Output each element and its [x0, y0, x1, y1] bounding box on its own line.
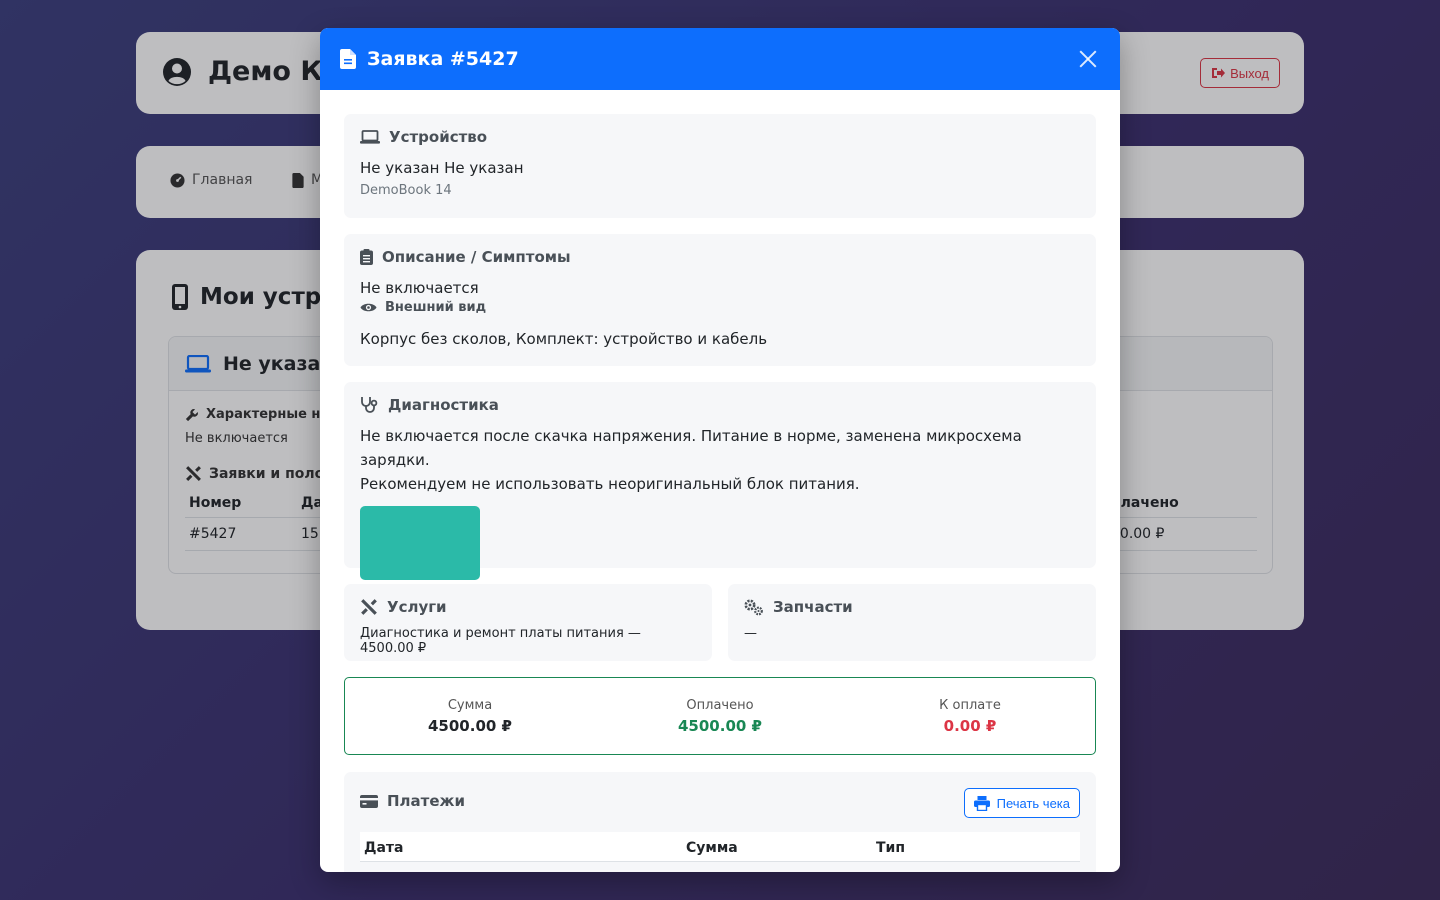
description-panel: Описание / Симптомы Не включается Внешни… [344, 234, 1096, 366]
gears-icon [744, 598, 764, 616]
laptop-icon [360, 130, 380, 144]
eye-icon [360, 302, 377, 313]
services-parts-row: Услуги Диагностика и ремонт платы питани… [344, 584, 1096, 661]
close-button[interactable] [1076, 47, 1100, 71]
modal-body: Устройство Не указан Не указан DemoBook … [320, 90, 1120, 872]
col-date: Дата [360, 832, 682, 862]
appearance-label: Внешний вид [385, 300, 487, 315]
appearance-text: Корпус без сколов, Комплект: устройство … [360, 330, 768, 348]
print-receipt-label: Печать чека [996, 795, 1070, 811]
diagnostics-label: Диагностика [388, 396, 499, 414]
tools-icon [360, 598, 378, 616]
payments-panel: Платежи Печать чека Дата Сумма Тип [344, 772, 1096, 872]
diagnostics-line-2: Рекомендуем не использовать неоригинальн… [360, 475, 860, 493]
parts-text: — [744, 626, 757, 641]
col-amount: Сумма [682, 832, 872, 862]
parts-panel: Запчасти — [728, 584, 1096, 661]
services-panel: Услуги Диагностика и ремонт платы питани… [344, 584, 712, 661]
device-name: Не указан Не указан [360, 159, 524, 177]
description-label: Описание / Симптомы [382, 248, 571, 266]
printer-icon [973, 795, 990, 811]
appearance-title: Внешний вид [360, 300, 1080, 315]
device-panel: Устройство Не указан Не указан DemoBook … [344, 114, 1096, 218]
services-panel-title: Услуги [360, 598, 696, 616]
summary-due-value: 0.00 ₽ [943, 716, 997, 735]
summary-due: К оплате 0.00 ₽ [845, 698, 1095, 735]
description-panel-title: Описание / Симптомы [360, 248, 1080, 266]
services-text: Диагностика и ремонт платы питания — 450… [360, 626, 641, 656]
credit-card-icon [360, 794, 378, 808]
device-label: Устройство [389, 128, 488, 146]
parts-panel-title: Запчасти [744, 598, 1080, 616]
modal-title: Заявка #5427 [340, 48, 519, 70]
parts-label: Запчасти [773, 598, 853, 616]
summary-total-value: 4500.00 ₽ [428, 716, 512, 735]
print-receipt-button[interactable]: Печать чека [963, 788, 1080, 818]
device-model: DemoBook 14 [360, 183, 452, 198]
payments-label: Платежи [387, 792, 465, 810]
file-icon [340, 49, 356, 69]
summary-paid: Оплачено 4500.00 ₽ [595, 698, 845, 735]
diagnostics-photo-thumbnail[interactable] [360, 506, 480, 580]
col-type: Тип [872, 832, 1080, 862]
diagnostics-line-1: Не включается после скачка напряжения. П… [360, 427, 1022, 469]
summary-due-label: К оплате [939, 697, 1001, 713]
summary-total: Сумма 4500.00 ₽ [345, 698, 595, 735]
clipboard-icon [360, 249, 373, 265]
summary-total-label: Сумма [447, 697, 493, 713]
diagnostics-panel-title: Диагностика [360, 396, 1080, 414]
summary-paid-value: 4500.00 ₽ [678, 716, 762, 735]
summary-paid-label: Оплачено [686, 697, 754, 713]
payments-table: Дата Сумма Тип [360, 832, 1080, 862]
payment-summary: Сумма 4500.00 ₽ Оплачено 4500.00 ₽ К опл… [344, 677, 1096, 755]
modal-title-text: Заявка #5427 [367, 48, 519, 70]
diagnostics-panel: Диагностика Не включается после скачка н… [344, 382, 1096, 580]
modal-header: Заявка #5427 [320, 28, 1120, 90]
stethoscope-icon [360, 396, 379, 414]
services-label: Услуги [387, 598, 447, 616]
device-panel-title: Устройство [360, 128, 1080, 146]
description-text: Не включается [360, 279, 479, 297]
order-modal: Заявка #5427 Устройство Не указан Не ука… [320, 28, 1120, 872]
